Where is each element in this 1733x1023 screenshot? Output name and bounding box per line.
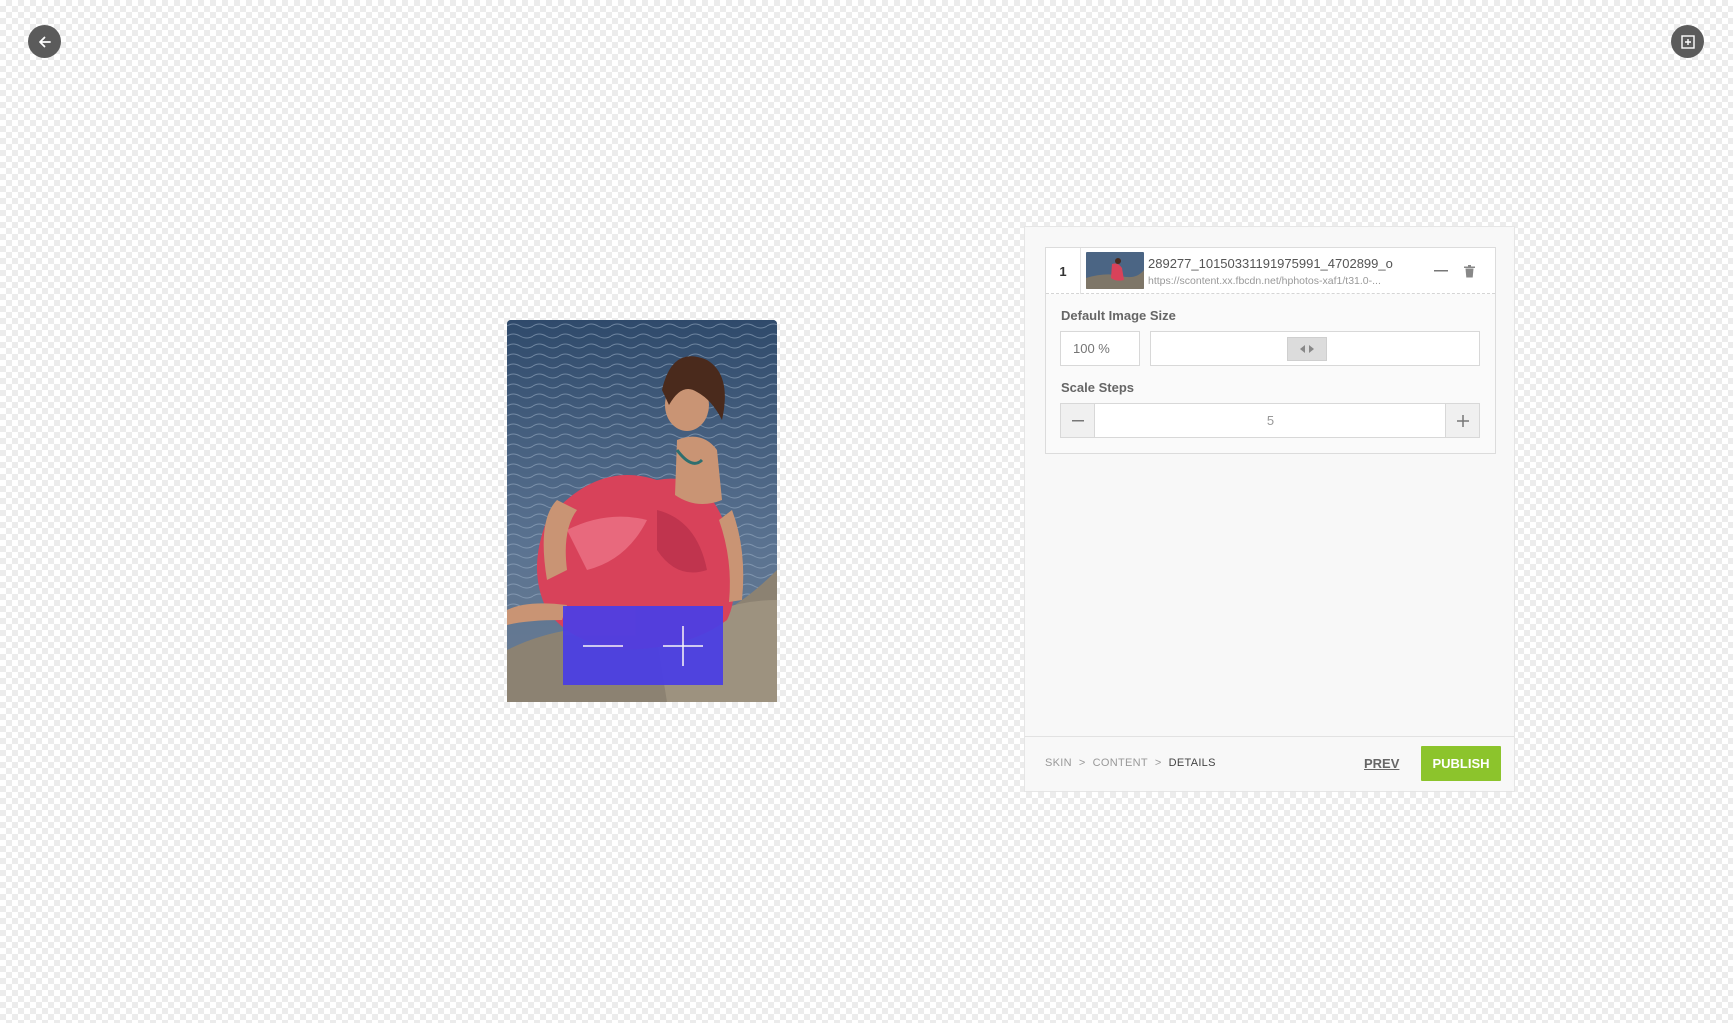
settings-panel: 1 289277_10150331191975991_4702899_o htt… [1024, 226, 1515, 792]
item-index: 1 [1046, 248, 1081, 294]
breadcrumb: SKIN > CONTENT > DETAILS [1045, 757, 1216, 769]
delete-button[interactable] [1462, 263, 1476, 279]
trash-icon [1463, 264, 1475, 277]
collapse-button[interactable] [1433, 264, 1449, 278]
image-item-card: 1 289277_10150331191975991_4702899_o htt… [1045, 247, 1496, 454]
zoom-in-button[interactable] [643, 606, 723, 685]
image-item-row[interactable]: 1 289277_10150331191975991_4702899_o htt… [1046, 248, 1495, 294]
minus-icon [1071, 419, 1084, 421]
publish-button[interactable]: PUBLISH [1421, 746, 1501, 781]
panel-footer: SKIN > CONTENT > DETAILS PREV PUBLISH [1025, 736, 1514, 791]
minus-icon [1434, 270, 1448, 272]
item-url: https://scontent.xx.fbcdn.net/hphotos-xa… [1148, 275, 1381, 287]
breadcrumb-details: DETAILS [1168, 757, 1216, 769]
breadcrumb-content[interactable]: CONTENT [1093, 757, 1148, 769]
default-image-size-label: Default Image Size [1061, 308, 1176, 323]
breadcrumb-separator: > [1154, 757, 1162, 769]
scale-steps-value[interactable]: 5 [1096, 404, 1445, 437]
frame-plus-icon [1680, 34, 1695, 49]
increment-button[interactable] [1445, 404, 1479, 437]
slider-handle[interactable] [1287, 337, 1327, 361]
zoom-controls [563, 606, 723, 685]
arrows-horizontal-icon [1300, 345, 1314, 353]
fit-frame-button[interactable] [1671, 25, 1704, 58]
default-image-size-slider[interactable] [1150, 331, 1480, 366]
item-title: 289277_10150331191975991_4702899_o [1148, 256, 1393, 271]
arrow-left-icon [38, 36, 51, 47]
back-button[interactable] [28, 25, 61, 58]
scale-steps-label: Scale Steps [1061, 380, 1134, 395]
plus-icon [663, 625, 703, 666]
breadcrumb-skin[interactable]: SKIN [1045, 757, 1072, 769]
zoom-out-button[interactable] [563, 606, 643, 685]
prev-button[interactable]: PREV [1364, 756, 1399, 771]
decrement-button[interactable] [1061, 404, 1095, 437]
plus-icon [1456, 414, 1469, 427]
scale-steps-stepper: 5 [1060, 403, 1480, 438]
minus-icon [583, 644, 623, 647]
item-thumbnail [1086, 252, 1144, 289]
image-preview [507, 320, 777, 702]
default-image-size-input[interactable] [1060, 331, 1140, 366]
breadcrumb-separator: > [1078, 757, 1086, 769]
